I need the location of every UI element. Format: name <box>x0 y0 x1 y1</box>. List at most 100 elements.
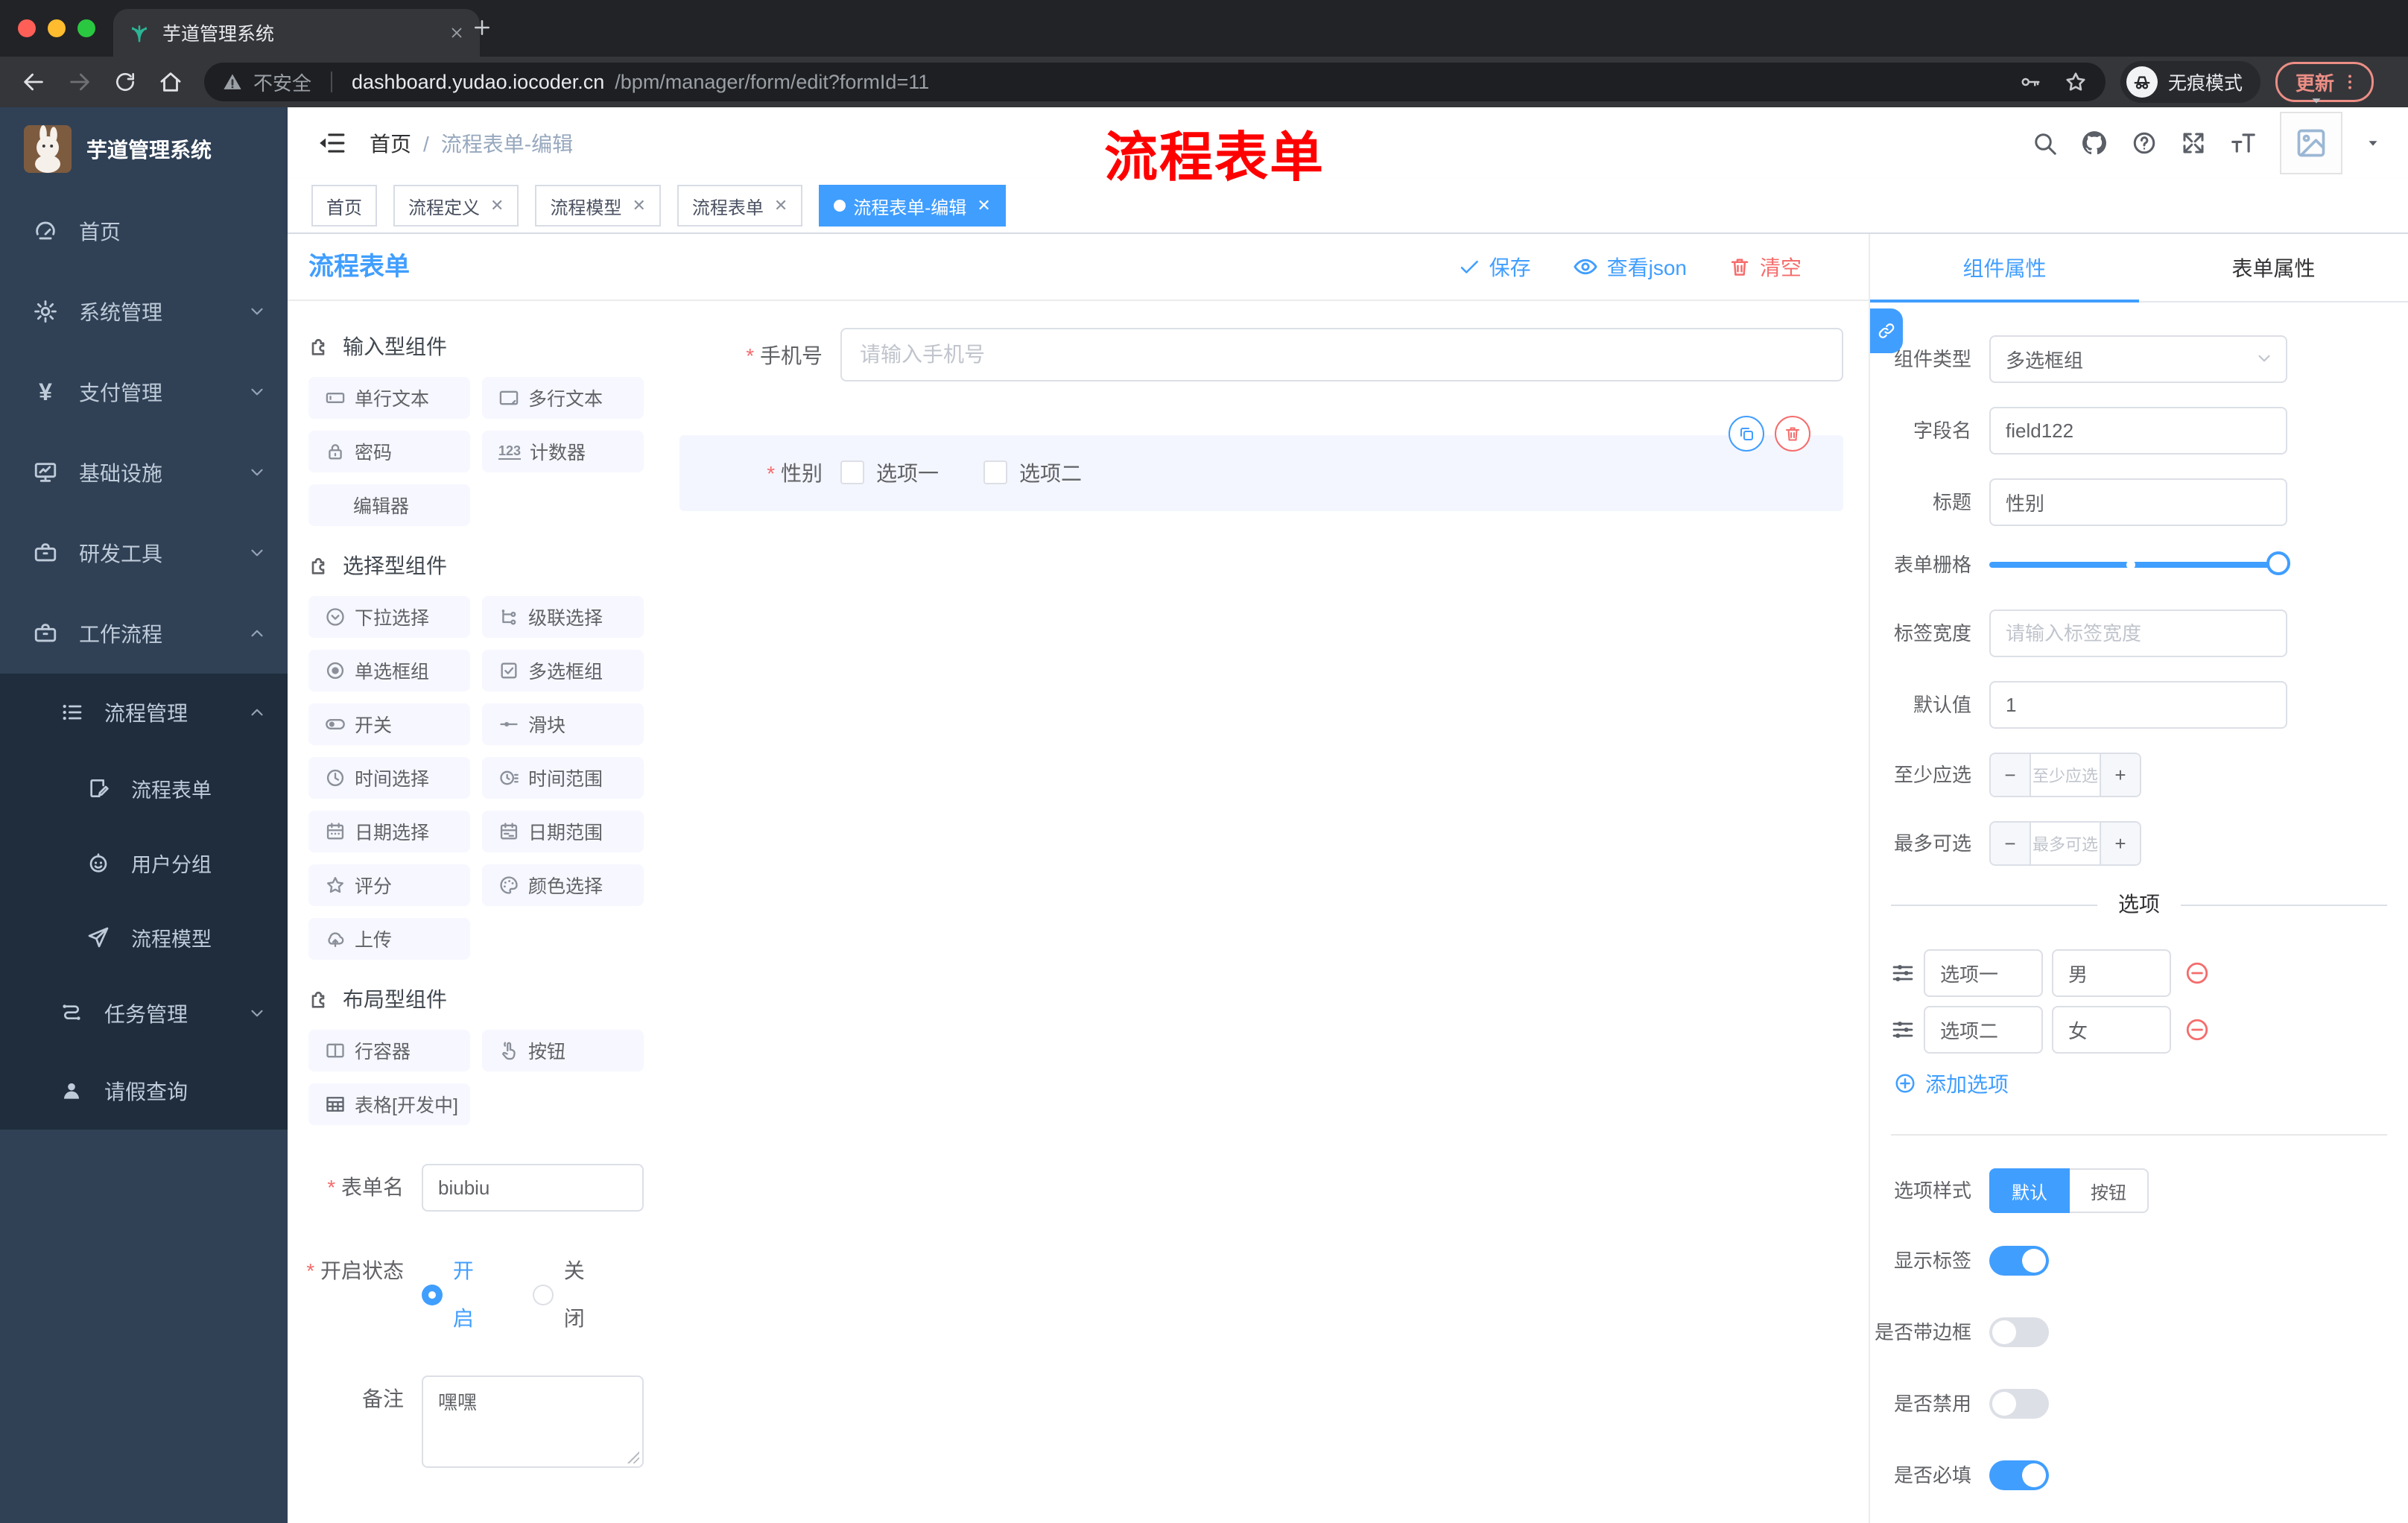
palette-item-rating[interactable]: 评分 <box>308 864 470 906</box>
option-1-label-input[interactable] <box>2052 949 2171 997</box>
sidebar-item-user-group[interactable]: 用户分组 <box>0 826 288 900</box>
tag-home[interactable]: 首页 <box>311 185 377 227</box>
option-1-value-input[interactable] <box>1924 949 2043 997</box>
address-bar[interactable]: 不安全 dashboard.yudao.iocoder.cn/bpm/manag… <box>204 63 2106 101</box>
github-icon[interactable] <box>2080 129 2108 157</box>
sidebar-item-payment[interactable]: ¥ 支付管理 <box>0 352 288 432</box>
sidebar-item-process-mgmt[interactable]: 流程管理 <box>0 674 288 751</box>
component-type-value[interactable] <box>1989 335 2287 383</box>
canvas-field-phone[interactable]: 手机号 <box>679 328 1843 381</box>
slider-handle[interactable] <box>2266 551 2290 575</box>
form-remark-textarea[interactable]: 嘿嘿 <box>422 1375 644 1468</box>
canvas-field-gender-selected[interactable]: 性别 选项一 选项二 <box>679 416 1843 511</box>
option-style-default-button[interactable]: 默认 <box>1989 1168 2070 1213</box>
palette-item-editor[interactable]: 编辑器 <box>308 484 470 526</box>
form-name-input[interactable] <box>422 1164 644 1212</box>
label-width-input[interactable] <box>1989 609 2287 657</box>
palette-item-password[interactable]: 密码 <box>308 431 470 472</box>
form-grid-slider[interactable] <box>1989 550 2290 580</box>
hamburger-icon[interactable] <box>317 129 346 157</box>
sidebar-item-leave-query[interactable]: 请假查询 <box>0 1052 288 1130</box>
palette-item-upload[interactable]: 上传 <box>308 918 470 960</box>
palette-item-color-picker[interactable]: 颜色选择 <box>482 864 644 906</box>
palette-item-cascader[interactable]: 级联选择 <box>482 596 644 638</box>
show-label-toggle[interactable] <box>1989 1246 2049 1276</box>
remove-option-icon[interactable] <box>2184 1017 2210 1042</box>
option-style-button-button[interactable]: 按钮 <box>2070 1168 2149 1213</box>
add-option-button[interactable]: 添加选项 <box>1870 1068 2408 1098</box>
avatar[interactable] <box>2280 112 2342 174</box>
disabled-toggle[interactable] <box>1989 1389 2049 1419</box>
slider-track[interactable] <box>1989 562 2287 568</box>
status-radio-off[interactable]: 关闭 <box>533 1247 605 1343</box>
sidebar-logo[interactable]: 芋道管理系统 <box>0 107 288 191</box>
status-radio-on[interactable]: 开启 <box>422 1247 494 1343</box>
font-size-icon[interactable] <box>2229 129 2258 157</box>
palette-item-button[interactable]: 按钮 <box>482 1030 644 1071</box>
stepper-minus-button[interactable]: − <box>1991 823 2031 864</box>
view-json-button[interactable]: 查看json <box>1573 252 1687 282</box>
sidebar-item-process-model[interactable]: 流程模型 <box>0 900 288 975</box>
sidebar-item-process-form[interactable]: 流程表单 <box>0 751 288 826</box>
bookmark-star-icon[interactable] <box>2064 70 2088 94</box>
palette-item-switch[interactable]: 开关 <box>308 703 470 745</box>
stepper-minus-button[interactable]: − <box>1991 754 2031 796</box>
default-value-input[interactable] <box>1989 681 2287 729</box>
tag-close-icon[interactable]: ✕ <box>490 196 504 215</box>
option-2-label-input[interactable] <box>2052 1006 2171 1054</box>
tag-process-form[interactable]: 流程表单 ✕ <box>677 185 803 227</box>
sidebar-item-infra[interactable]: 基础设施 <box>0 432 288 513</box>
home-icon[interactable] <box>158 69 183 95</box>
stepper-plus-button[interactable]: + <box>2100 754 2140 796</box>
breadcrumb-home[interactable]: 首页 <box>370 133 411 156</box>
duplicate-component-button[interactable] <box>1729 416 1764 452</box>
gender-option-2-checkbox[interactable]: 选项二 <box>983 457 1082 487</box>
navbar-caret-down-icon[interactable] <box>2308 92 2325 109</box>
sidebar-item-devtools[interactable]: 研发工具 <box>0 513 288 593</box>
palette-item-checkbox-group[interactable]: 多选框组 <box>482 650 644 691</box>
drag-handle-icon[interactable] <box>1891 961 1915 985</box>
sidebar-item-workflow[interactable]: 工作流程 <box>0 593 288 674</box>
reload-icon[interactable] <box>113 70 137 94</box>
fullscreen-icon[interactable] <box>2180 130 2207 156</box>
palette-item-multi-line-text[interactable]: 多行文本 <box>482 377 644 419</box>
palette-item-counter[interactable]: 123 计数器 <box>482 431 644 472</box>
sidebar-item-system[interactable]: 系统管理 <box>0 271 288 352</box>
palette-item-single-line-text[interactable]: 单行文本 <box>308 377 470 419</box>
clear-button[interactable]: 清空 <box>1729 252 1802 282</box>
required-toggle[interactable] <box>1989 1460 2049 1490</box>
macos-traffic-lights[interactable] <box>18 19 95 37</box>
palette-item-table[interactable]: 表格[开发中] <box>308 1083 470 1125</box>
delete-component-button[interactable] <box>1775 416 1810 452</box>
tab-close-icon[interactable] <box>449 25 465 41</box>
tag-process-form-edit[interactable]: 流程表单-编辑 ✕ <box>819 185 1006 227</box>
field-name-input[interactable] <box>1989 407 2287 455</box>
forward-icon[interactable] <box>67 69 92 95</box>
tag-process-model[interactable]: 流程模型 ✕ <box>535 185 661 227</box>
password-key-icon[interactable] <box>2019 71 2041 93</box>
palette-item-date-range[interactable]: 日期范围 <box>482 811 644 852</box>
browser-menu-dots-icon[interactable] <box>2340 72 2360 92</box>
palette-item-row-container[interactable]: 行容器 <box>308 1030 470 1071</box>
palette-item-radio-group[interactable]: 单选框组 <box>308 650 470 691</box>
browser-update-button[interactable]: 更新 <box>2275 62 2374 102</box>
textarea-resize-grip[interactable] <box>627 1451 639 1463</box>
remove-option-icon[interactable] <box>2184 960 2210 986</box>
phone-input[interactable] <box>840 328 1843 381</box>
drag-handle-icon[interactable] <box>1891 1018 1915 1042</box>
palette-item-slider[interactable]: 滑块 <box>482 703 644 745</box>
title-input[interactable] <box>1989 478 2287 526</box>
palette-item-date-picker[interactable]: 日期选择 <box>308 811 470 852</box>
sidebar-item-task-mgmt[interactable]: 任务管理 <box>0 975 288 1052</box>
search-icon[interactable] <box>2031 130 2058 156</box>
tag-close-icon[interactable]: ✕ <box>774 196 788 215</box>
browser-tab[interactable]: 芋道管理系统 <box>113 9 480 57</box>
tab-component-props[interactable]: 组件属性 <box>1870 234 2139 301</box>
palette-item-time-range[interactable]: 时间范围 <box>482 757 644 799</box>
save-button[interactable]: 保存 <box>1458 252 1531 282</box>
back-icon[interactable] <box>21 69 46 95</box>
tag-close-icon[interactable]: ✕ <box>632 196 645 215</box>
min-checked-placeholder[interactable]: 至少应选 <box>2031 754 2100 796</box>
tab-form-props[interactable]: 表单属性 <box>2139 234 2408 301</box>
security-label[interactable]: 不安全 <box>253 69 311 96</box>
